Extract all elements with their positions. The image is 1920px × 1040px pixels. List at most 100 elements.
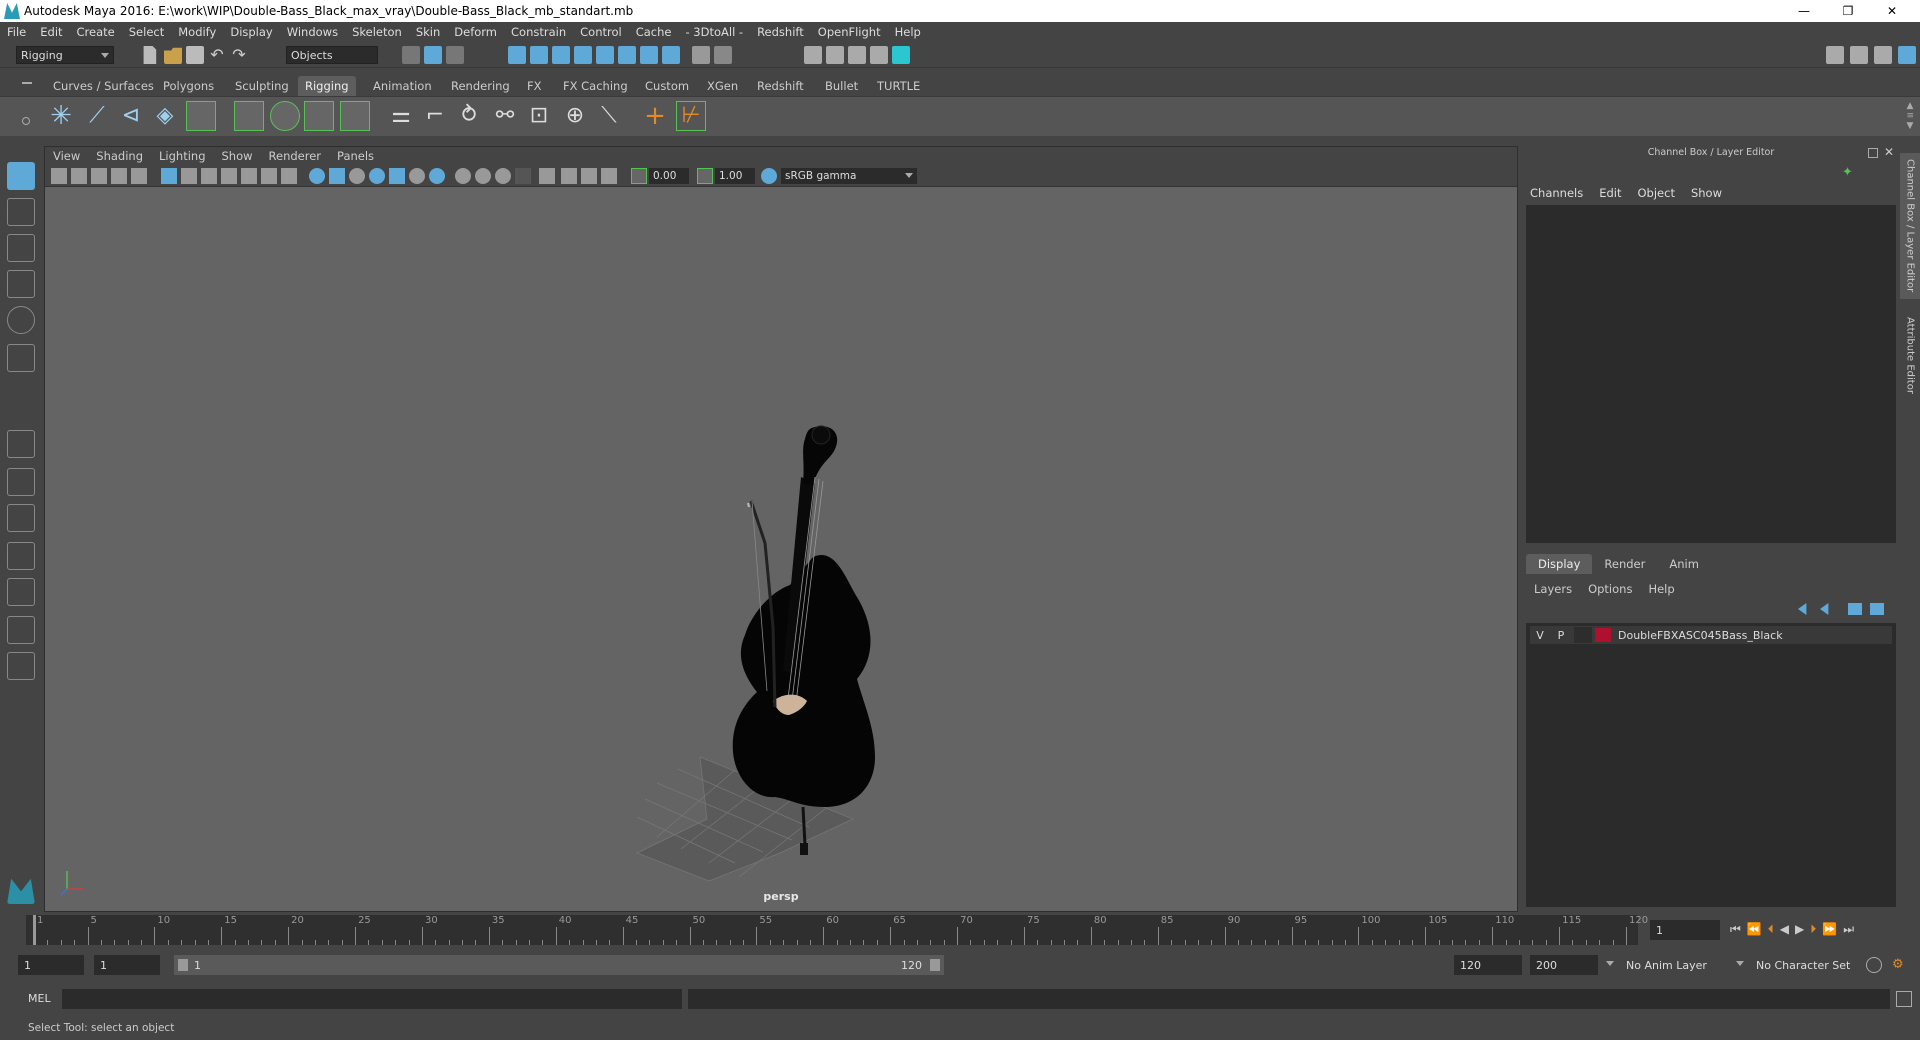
new-empty-layer-icon[interactable] (1848, 603, 1862, 615)
gate-mask-icon[interactable] (221, 168, 237, 184)
move-layer-down-icon[interactable] (1820, 603, 1829, 615)
four-view-layout-icon[interactable] (7, 468, 35, 496)
channel-box-area[interactable] (1526, 205, 1896, 543)
move-layer-up-icon[interactable] (1798, 603, 1807, 615)
pole-vector-icon[interactable]: ⟍ (594, 101, 624, 131)
menu-cb-edit[interactable]: Edit (1591, 183, 1629, 203)
anim-layer-select[interactable]: No Anim Layer (1620, 955, 1730, 975)
new-scene-icon[interactable] (143, 46, 157, 64)
current-frame-field[interactable]: 1 (1650, 920, 1720, 940)
scale-constraint-icon[interactable]: ⊡ (524, 101, 554, 131)
viewport-menu-lighting[interactable]: Lighting (151, 149, 213, 163)
xray-active-components-icon[interactable] (581, 168, 597, 184)
menu-cb-show[interactable]: Show (1683, 183, 1730, 203)
viewport-menu-shading[interactable]: Shading (88, 149, 151, 163)
snap-point-icon[interactable] (552, 46, 570, 64)
locator-icon[interactable]: + (640, 101, 670, 131)
cluster-icon[interactable]: ⚌ (386, 101, 416, 131)
shelf-tab-bullet[interactable]: Bullet (818, 76, 865, 96)
render-settings-icon[interactable] (870, 46, 888, 64)
shelf-menu-icon[interactable] (22, 82, 32, 84)
smooth-shade-icon[interactable] (329, 168, 345, 184)
current-time-marker[interactable] (33, 915, 36, 945)
step-back-frame-icon[interactable]: ⏪ (1747, 922, 1768, 936)
rotate-tool-icon[interactable] (7, 306, 35, 334)
menu-skin[interactable]: Skin (409, 25, 447, 39)
film-gate-icon[interactable] (181, 168, 197, 184)
menu-skeleton[interactable]: Skeleton (345, 25, 409, 39)
minimize-button[interactable]: — (1784, 0, 1824, 22)
viewport-menu-panels[interactable]: Panels (329, 149, 382, 163)
persp-outliner-layout-icon[interactable] (7, 542, 35, 570)
textured-icon[interactable] (369, 168, 385, 184)
persp-graph-layout-icon[interactable] (7, 578, 35, 606)
two-d-pan-zoom-icon[interactable] (131, 168, 147, 184)
channel-box-toggle-icon[interactable] (1898, 46, 1916, 64)
viewport-menu-view[interactable]: View (45, 149, 88, 163)
isolate-select-icon[interactable] (539, 168, 555, 184)
grid-toggle-icon[interactable] (161, 168, 177, 184)
use-all-lights-icon[interactable] (389, 168, 405, 184)
render-frame-icon[interactable] (826, 46, 844, 64)
side-by-side-layout-icon[interactable] (7, 504, 35, 532)
tab-anim[interactable]: Anim (1657, 554, 1711, 574)
safe-action-icon[interactable] (261, 168, 277, 184)
joint-tool-icon[interactable]: ✳ (46, 101, 76, 131)
step-forward-frame-icon[interactable]: ⏩ (1822, 922, 1843, 936)
shelf-tab-curves-surfaces[interactable]: Curves / Surfaces (46, 76, 161, 96)
animation-preferences-icon[interactable]: ⚙ (1892, 957, 1908, 973)
lock-icon[interactable] (692, 46, 710, 64)
shelf-tab-turtle[interactable]: TURTLE (870, 76, 927, 96)
ambient-occlusion-icon[interactable] (429, 168, 445, 184)
menu-channels[interactable]: Channels (1522, 183, 1591, 203)
workspace-toolbox-icon[interactable] (1850, 46, 1868, 64)
menu-options[interactable]: Options (1580, 580, 1640, 598)
menu-constrain[interactable]: Constrain (504, 25, 573, 39)
field-chart-icon[interactable] (241, 168, 257, 184)
range-start-handle[interactable] (178, 959, 188, 971)
shadows-icon[interactable] (409, 168, 425, 184)
paint-select-tool-icon[interactable] (7, 234, 35, 262)
shelf-tab-fx-caching[interactable]: FX Caching (556, 76, 635, 96)
play-backwards-icon[interactable]: ◀ (1780, 922, 1795, 936)
layer-playback-toggle[interactable]: P (1550, 627, 1572, 643)
menu-modify[interactable]: Modify (171, 25, 223, 39)
menu-select[interactable]: Select (122, 25, 171, 39)
range-slider-bar[interactable]: 1 120 (174, 955, 944, 975)
mirror-joint-icon[interactable]: ◈ (150, 101, 180, 131)
xray-icon[interactable] (515, 168, 531, 184)
menu-set-select[interactable]: Rigging (16, 46, 114, 64)
hik-icon[interactable] (186, 101, 216, 131)
menu-object[interactable]: Object (1630, 183, 1683, 203)
default-material-icon[interactable] (349, 168, 365, 184)
snap-plane-icon[interactable] (574, 46, 592, 64)
menu-display[interactable]: Display (223, 25, 279, 39)
io-icon[interactable] (714, 46, 732, 64)
tab-render[interactable]: Render (1592, 554, 1657, 574)
command-language-label[interactable]: MEL (28, 992, 51, 1005)
select-camera-icon[interactable] (51, 168, 67, 184)
lasso-tool-icon[interactable] (7, 198, 35, 226)
scale-tool-icon[interactable] (7, 344, 35, 372)
gamma-icon[interactable] (697, 168, 713, 184)
playback-end-field[interactable]: 120 (1454, 955, 1522, 975)
tab-display[interactable]: Display (1526, 554, 1593, 574)
shelf-tab-polygons[interactable]: Polygons (156, 76, 221, 96)
step-forward-key-icon[interactable]: ⏵ (1810, 922, 1822, 936)
backface-culling-icon[interactable] (601, 168, 617, 184)
view-transform-select[interactable]: sRGB gamma (781, 168, 917, 184)
shelf-tab-animation[interactable]: Animation (366, 76, 439, 96)
bind-skin-icon[interactable] (234, 101, 264, 131)
redo-icon[interactable]: ↷ (230, 46, 248, 64)
shelf-tab-rigging[interactable]: Rigging (298, 76, 356, 96)
animation-end-field[interactable]: 200 (1530, 955, 1598, 975)
snap-grid-icon[interactable] (508, 46, 526, 64)
side-tab-channel-box[interactable]: Channel Box / Layer Editor (1900, 153, 1920, 299)
undo-icon[interactable]: ↶ (208, 46, 226, 64)
menu-create[interactable]: Create (70, 25, 122, 39)
shelf-tab-rendering[interactable]: Rendering (444, 76, 517, 96)
snap-edge-icon[interactable] (618, 46, 636, 64)
snap-surface-icon[interactable] (596, 46, 614, 64)
auto-key-icon[interactable] (1866, 957, 1882, 973)
resolution-gate-icon[interactable] (201, 168, 217, 184)
